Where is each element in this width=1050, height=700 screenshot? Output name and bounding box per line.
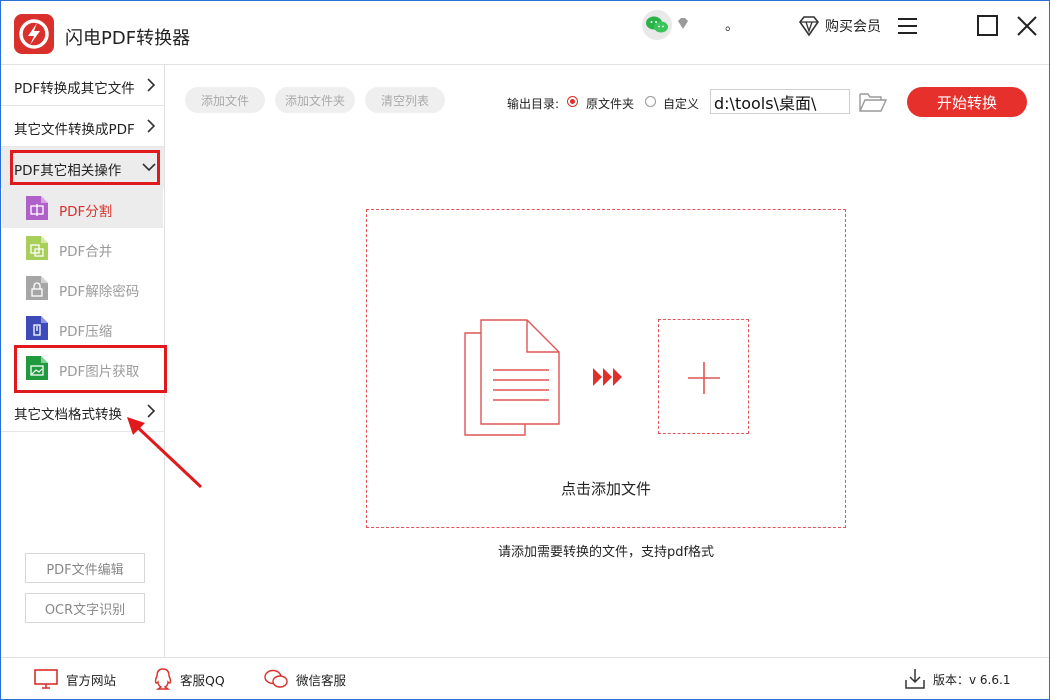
- buy-vip-label: 购买会员: [825, 19, 881, 35]
- subitem-label: PDF解除密码: [59, 284, 140, 300]
- footer-bar: 官方网站 客服QQ 微信客服 版本：v 6.6.1: [1, 657, 1049, 699]
- radio-original-label: 原文件夹: [586, 97, 635, 111]
- app-window: 闪电PDF转换器 。 购买会员 PDF转换成其它文件 其它文件转换成PDF PD…: [0, 0, 1050, 700]
- qq-icon: [154, 668, 172, 690]
- user-name: 。: [725, 18, 739, 34]
- plus-icon: [688, 362, 720, 394]
- official-website-link[interactable]: 官方网站: [34, 658, 117, 699]
- split-file-icon: [26, 196, 48, 220]
- monitor-icon: [34, 669, 58, 689]
- compress-file-icon: [26, 316, 48, 340]
- documents-icon: [464, 319, 560, 436]
- category-label: PDF其它相关操作: [14, 163, 122, 179]
- add-file-box[interactable]: [658, 319, 749, 434]
- sidebar-item-pdf-compress[interactable]: PDF压缩: [2, 308, 163, 348]
- sidebar: PDF转换成其它文件 其它文件转换成PDF PDF其它相关操作 PDF分割 PD…: [1, 65, 167, 657]
- sidebar-category-pdf-other-ops[interactable]: PDF其它相关操作: [1, 147, 164, 188]
- subitem-label: PDF图片获取: [59, 364, 140, 380]
- diamond-icon[interactable]: [676, 16, 690, 35]
- download-icon: [905, 669, 925, 689]
- maximize-icon[interactable]: [975, 13, 1001, 39]
- title-bar: 闪电PDF转换器 。 购买会员: [1, 1, 1049, 65]
- wechat-icon: [264, 669, 288, 688]
- website-label: 官方网站: [66, 672, 117, 688]
- merge-file-icon: [26, 236, 48, 260]
- buy-vip-button[interactable]: 购买会员: [797, 13, 881, 39]
- chevron-right-icon: [147, 404, 156, 418]
- radio-original-folder[interactable]: [567, 96, 578, 107]
- drop-zone-text: 点击添加文件: [560, 480, 651, 498]
- file-drop-zone[interactable]: 点击添加文件: [366, 209, 846, 528]
- version-label: 版本：v 6.6.1: [933, 672, 1011, 687]
- unlock-file-icon: [26, 276, 48, 300]
- triple-arrow-icon: [593, 368, 622, 386]
- category-label: 其它文档格式转换: [14, 407, 122, 423]
- app-title: 闪电PDF转换器: [65, 28, 191, 49]
- chevron-right-icon: [147, 119, 156, 133]
- folder-open-icon[interactable]: [859, 91, 888, 117]
- sidebar-item-pdf-image-extract[interactable]: PDF图片获取: [2, 348, 163, 388]
- version-info[interactable]: 版本：v 6.6.1: [905, 666, 1010, 692]
- sidebar-item-pdf-unlock[interactable]: PDF解除密码: [2, 268, 163, 308]
- subitem-label: PDF合并: [59, 244, 113, 260]
- subitem-label: PDF分割: [59, 204, 113, 220]
- qq-label: 客服QQ: [180, 672, 225, 688]
- close-icon[interactable]: [1014, 13, 1040, 39]
- add-folder-button[interactable]: 添加文件夹: [275, 87, 355, 113]
- sidebar-item-pdf-split[interactable]: PDF分割: [2, 188, 163, 228]
- qq-service-link[interactable]: 客服QQ: [154, 658, 225, 699]
- category-label: 其它文件转换成PDF: [14, 122, 135, 138]
- sidebar-item-pdf-merge[interactable]: PDF合并: [2, 228, 163, 268]
- add-file-button[interactable]: 添加文件: [185, 87, 265, 113]
- pdf-edit-button[interactable]: PDF文件编辑: [25, 553, 145, 583]
- app-logo: [14, 14, 54, 54]
- radio-custom-folder[interactable]: [645, 96, 656, 107]
- ocr-button[interactable]: OCR文字识别: [25, 593, 145, 623]
- chevron-right-icon: [147, 78, 156, 92]
- wechat-label: 微信客服: [296, 672, 347, 688]
- start-convert-button[interactable]: 开始转换: [907, 87, 1027, 117]
- sidebar-category-pdf-to-other[interactable]: PDF转换成其它文件: [1, 65, 164, 106]
- vip-diamond-icon: [799, 16, 819, 37]
- output-dir-label: 输出目录:: [507, 97, 560, 111]
- category-label: PDF转换成其它文件: [14, 81, 135, 97]
- menu-icon[interactable]: [895, 13, 921, 39]
- clear-list-button[interactable]: 清空列表: [365, 87, 445, 113]
- subitem-label: PDF压缩: [59, 324, 113, 340]
- supported-format-hint: 请添加需要转换的文件，支持pdf格式: [497, 545, 715, 560]
- chevron-down-icon: [142, 163, 156, 172]
- wechat-service-link[interactable]: 微信客服: [264, 658, 347, 699]
- sidebar-category-other-to-pdf[interactable]: 其它文件转换成PDF: [1, 106, 164, 147]
- sidebar-category-other-doc-formats[interactable]: 其它文档格式转换: [1, 391, 164, 432]
- image-file-icon: [26, 356, 48, 380]
- output-path-input[interactable]: [710, 89, 850, 114]
- radio-custom-label: 自定义: [663, 97, 700, 111]
- wechat-login-icon[interactable]: [642, 10, 672, 40]
